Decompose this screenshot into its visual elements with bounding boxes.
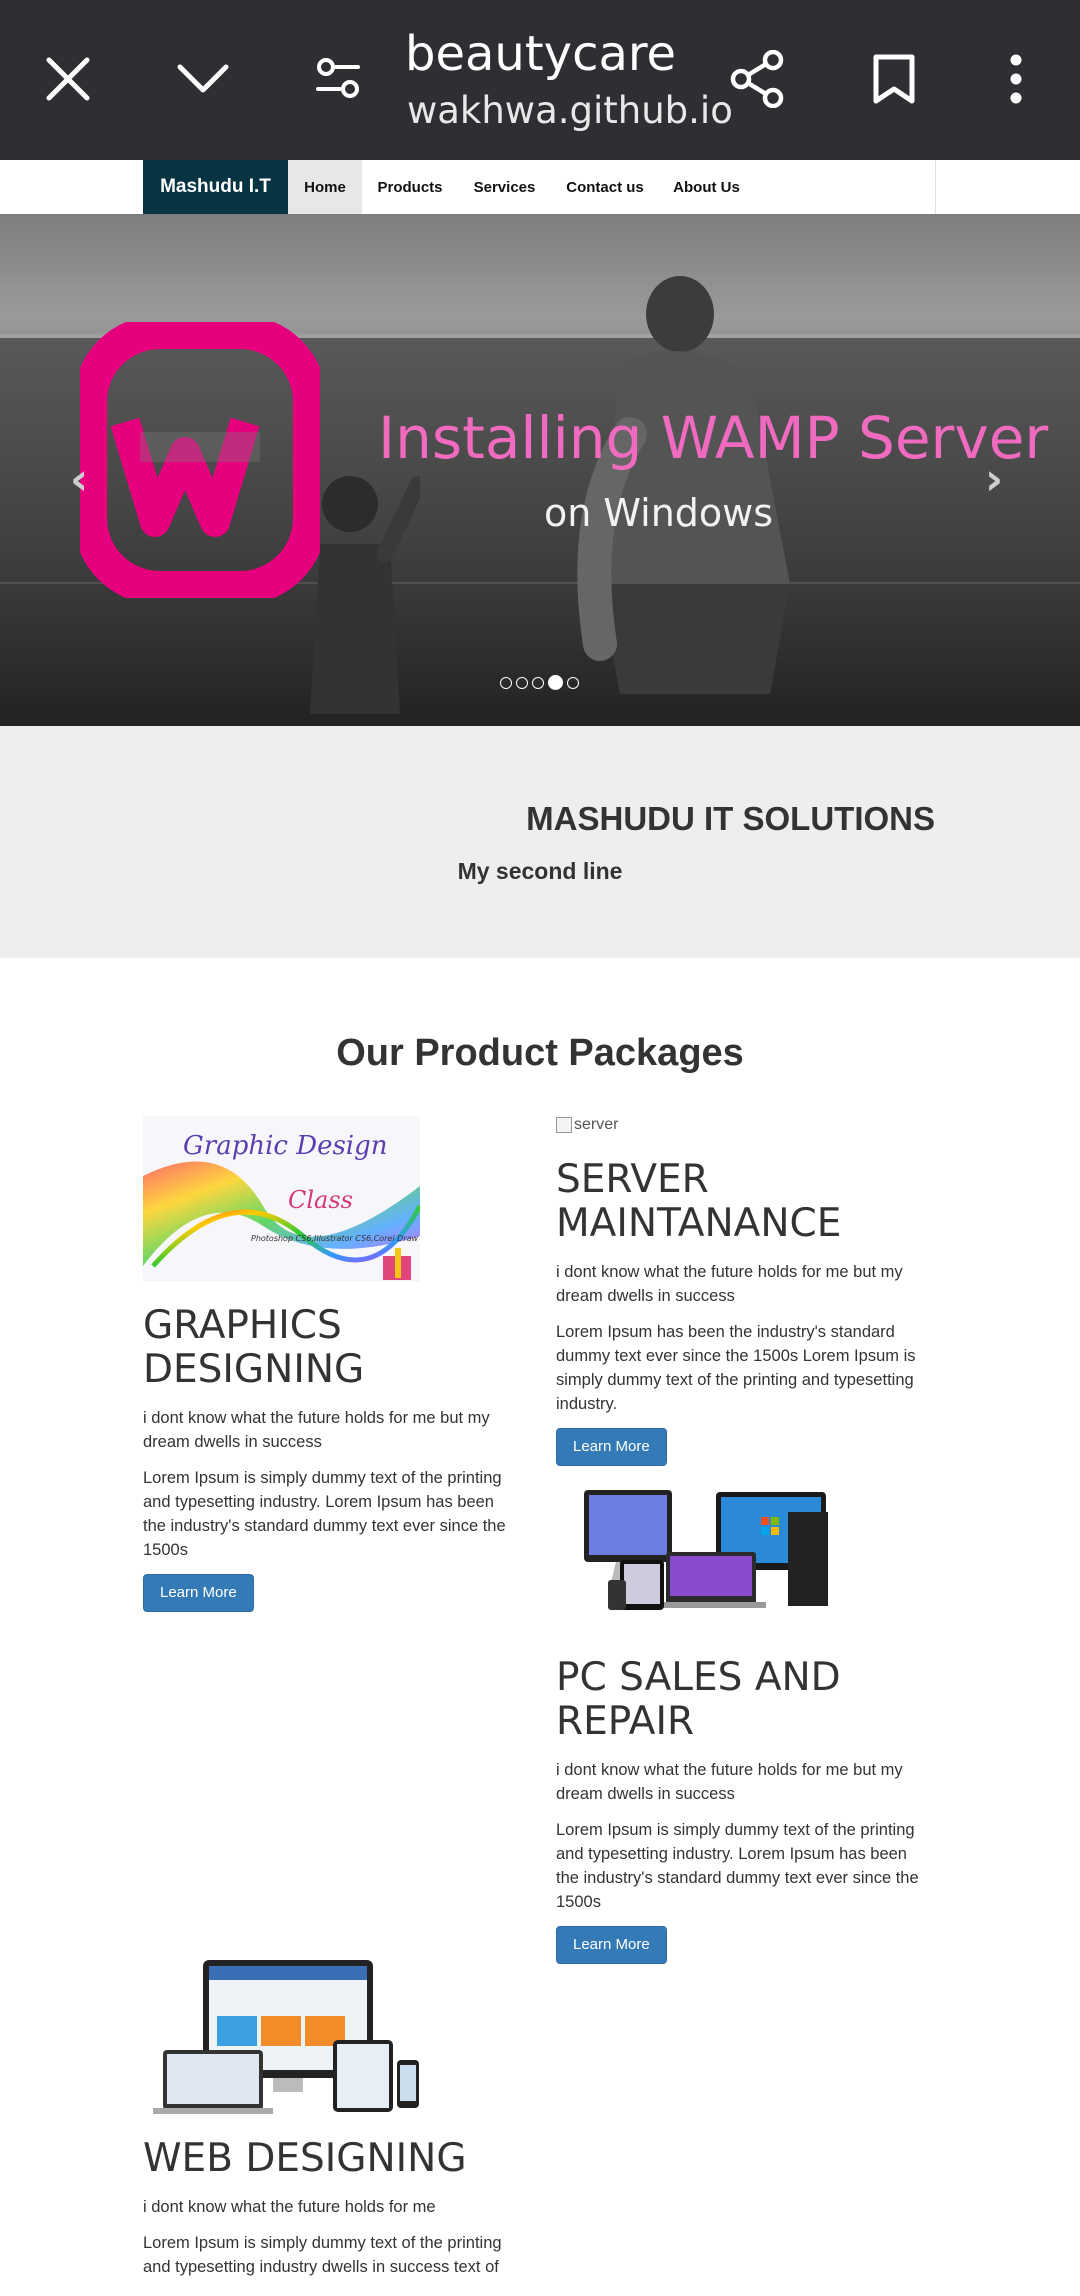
pc-devices-image	[584, 1490, 828, 1610]
server-image-alt-text: server	[574, 1116, 619, 1133]
learn-more-button[interactable]: Learn More	[143, 1574, 254, 1612]
product-description: Lorem Ipsum is simply dummy text of the …	[556, 1821, 919, 1911]
product-description: Lorem Ipsum is simply dummy text of the …	[143, 1469, 506, 1559]
product-card-pc-sales: PC SALES AND REPAIR i dont know what the…	[556, 1482, 931, 1964]
product-card-web: WEB DESIGNING i dont know what the futur…	[143, 1960, 518, 2279]
navbar-divider	[935, 160, 936, 214]
server-image-broken: server	[556, 1116, 931, 1134]
graphics-design-image: Graphic Design Class Photoshop CS6,Illus…	[143, 1116, 420, 1282]
site-settings-icon[interactable]	[305, 46, 371, 112]
carousel-indicator-active[interactable]	[548, 675, 563, 690]
jumbotron: MASHUDU IT SOLUTIONS My second line	[0, 726, 1080, 958]
bookmark-icon[interactable]	[861, 46, 927, 112]
navbar-brand[interactable]: Mashudu I.T	[143, 160, 288, 214]
more-vert-icon[interactable]	[983, 46, 1049, 112]
responsive-devices-image	[153, 1960, 419, 2114]
carousel-indicator[interactable]	[516, 676, 528, 689]
site-navbar: Mashudu I.T Home Products Services Conta…	[0, 160, 1080, 215]
nav-item-home[interactable]: Home	[288, 160, 362, 214]
jumbotron-subtitle: My second line	[457, 858, 623, 884]
close-icon[interactable]	[35, 46, 101, 112]
product-tagline: i dont know what the future holds for me…	[556, 1761, 903, 1803]
product-card-graphics: Graphic Design Class Photoshop CS6,Illus…	[143, 1116, 518, 1612]
product-title: PC SALES AND REPAIR	[556, 1655, 841, 1744]
nav-item-about[interactable]: About Us	[659, 160, 754, 214]
carousel-indicators	[500, 675, 579, 690]
carousel-indicator[interactable]	[500, 676, 512, 689]
graphic-design-script-text: Graphic Design	[183, 1131, 388, 1161]
product-description: Lorem Ipsum has been the industry's stan…	[556, 1323, 916, 1413]
product-title: GRAPHICS DESIGNING	[143, 1303, 365, 1392]
product-tagline: i dont know what the future holds for me…	[143, 1409, 490, 1451]
software-list-text: Photoshop CS6,Illustrator CS6,Corel Draw…	[251, 1234, 420, 1243]
slide-subtitle: on Windows	[544, 491, 774, 535]
product-card-server: server SERVER MAINTANANCE i dont know wh…	[556, 1116, 931, 1466]
carousel-indicator[interactable]	[532, 676, 544, 689]
browser-toolbar: beautycare wakhwa.github.io	[0, 0, 1080, 160]
slide-title: Installing WAMP Server	[378, 404, 1049, 472]
nav-item-products[interactable]: Products	[362, 160, 458, 214]
jumbotron-title: MASHUDU IT SOLUTIONS	[526, 800, 935, 837]
product-tagline: i dont know what the future holds for me	[143, 2198, 436, 2216]
page-title[interactable]: beautycare	[405, 26, 676, 82]
photo-man-figure	[577, 276, 790, 694]
product-title: WEB DESIGNING	[143, 2136, 467, 2181]
hero-carousel[interactable]: Installing WAMP Server on Windows ‹ ›	[0, 214, 1080, 726]
nav-item-contact[interactable]: Contact us	[551, 160, 659, 214]
share-icon[interactable]	[725, 46, 791, 112]
seawall	[0, 584, 1080, 726]
wamp-logo-icon	[80, 322, 320, 598]
learn-more-button[interactable]: Learn More	[556, 1428, 667, 1466]
section-heading: Our Product Packages	[336, 1032, 744, 1074]
class-script-text: Class	[288, 1186, 353, 1214]
page-url[interactable]: wakhwa.github.io	[407, 88, 733, 134]
chevron-down-icon[interactable]	[170, 46, 236, 112]
carousel-indicator[interactable]	[567, 676, 579, 689]
broken-image-icon	[556, 1117, 572, 1133]
product-description: Lorem Ipsum is simply dummy text of the …	[143, 2234, 502, 2276]
carousel-next-icon[interactable]: ›	[985, 454, 1003, 505]
learn-more-button[interactable]: Learn More	[556, 1926, 667, 1964]
product-title: SERVER MAINTANANCE	[556, 1157, 842, 1246]
product-tagline: i dont know what the future holds for me…	[556, 1263, 903, 1305]
nav-item-services[interactable]: Services	[458, 160, 551, 214]
carousel-prev-icon[interactable]: ‹	[70, 454, 88, 505]
